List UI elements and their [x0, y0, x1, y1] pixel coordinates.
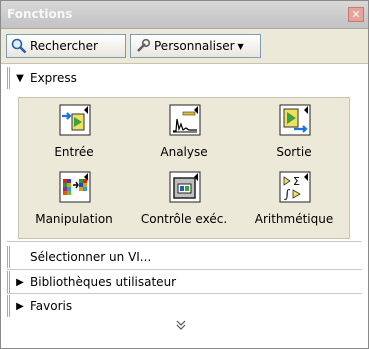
close-icon: ✕ — [351, 8, 361, 21]
category-express[interactable]: ▼ Express — [7, 67, 362, 89]
magnifier-icon — [11, 38, 27, 54]
tile-arithmetic[interactable]: Σ ∫ Arithmétique — [242, 169, 346, 237]
functions-palette: Fonctions ✕ Rechercher Personnaliser ▼ ▼… — [0, 0, 369, 349]
tile-label: Manipulation — [35, 212, 113, 226]
customize-label: Personnaliser — [154, 39, 235, 53]
search-button[interactable]: Rechercher — [6, 34, 126, 58]
wrench-icon — [137, 38, 151, 52]
tile-label: Entrée — [54, 145, 94, 159]
title-bar[interactable]: Fonctions ✕ — [1, 1, 368, 29]
output-icon — [279, 104, 311, 136]
favorites-label: Favoris — [30, 299, 73, 313]
category-favorites[interactable]: ▶ Favoris — [7, 295, 362, 317]
tile-exec-control[interactable]: Contrôle exéc. — [132, 169, 236, 237]
user-libraries-label: Bibliothèques utilisateur — [30, 275, 177, 289]
category-user-libraries[interactable]: ▶ Bibliothèques utilisateur — [7, 271, 362, 293]
collapsed-triangle-icon: ▶ — [16, 300, 24, 312]
toolbar: Rechercher Personnaliser ▼ — [1, 29, 368, 64]
divider — [7, 269, 362, 270]
divider — [7, 293, 362, 294]
show-more-chevron-icon[interactable] — [176, 319, 186, 333]
tile-manipulation[interactable]: Manipulation — [22, 169, 126, 237]
arithmetic-icon: Σ ∫ — [279, 171, 311, 203]
search-label: Rechercher — [30, 39, 98, 53]
express-panel: Entrée Analyse Sortie Manipulation Contr… — [18, 97, 350, 239]
dropdown-arrow-icon: ▼ — [237, 41, 244, 51]
tile-label: Arithmétique — [254, 212, 334, 226]
svg-text:Σ: Σ — [293, 175, 300, 188]
signal-manipulation-icon — [59, 171, 91, 203]
tile-label: Sortie — [276, 145, 312, 159]
select-vi-label: Sélectionner un VI... — [30, 250, 152, 264]
select-vi-item[interactable]: Sélectionner un VI... — [7, 246, 362, 268]
analysis-icon — [169, 104, 201, 136]
expanded-triangle-icon: ▼ — [16, 72, 24, 84]
divider — [7, 241, 362, 242]
category-express-label: Express — [30, 71, 77, 85]
window-title: Fonctions — [7, 7, 73, 21]
tile-output[interactable]: Sortie — [242, 102, 346, 170]
exec-control-icon — [169, 171, 201, 203]
customize-button[interactable]: Personnaliser ▼ — [130, 34, 261, 58]
svg-text:∫: ∫ — [284, 187, 291, 201]
tile-analysis[interactable]: Analyse — [132, 102, 236, 170]
tile-input[interactable]: Entrée — [22, 102, 126, 170]
tile-label: Contrôle exéc. — [140, 212, 228, 226]
collapsed-triangle-icon: ▶ — [16, 276, 24, 288]
input-icon — [59, 104, 91, 136]
close-button[interactable]: ✕ — [348, 7, 364, 22]
tile-label: Analyse — [160, 145, 208, 159]
